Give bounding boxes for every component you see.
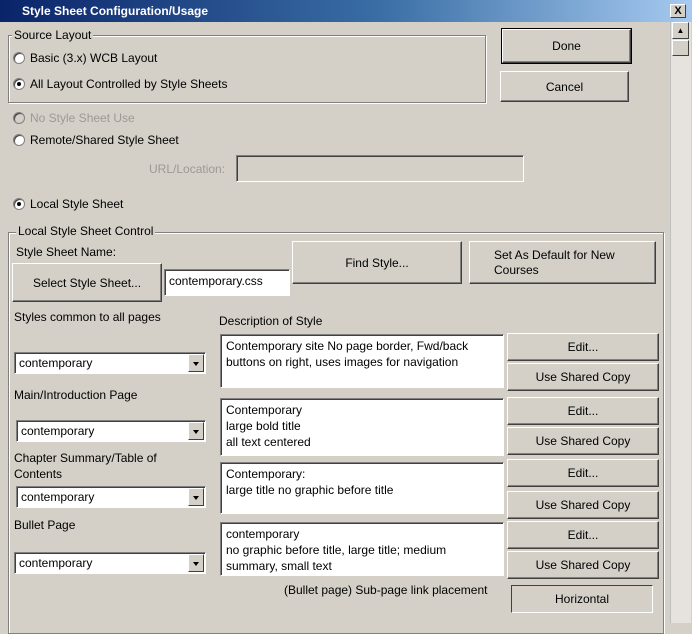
radio-remote-shared[interactable]	[13, 134, 25, 146]
styles-common-edit-button[interactable]: Edit...	[507, 333, 659, 361]
radio-no-style-sheet-label[interactable]: No Style Sheet Use	[30, 111, 135, 125]
bullet-page-description: contemporary no graphic before title, la…	[220, 522, 504, 576]
styles-common-select[interactable]: contemporary	[14, 352, 206, 374]
main-intro-label: Main/Introduction Page	[14, 388, 138, 402]
close-icon[interactable]: X	[670, 4, 686, 18]
chapter-summary-label: Chapter Summary/Table of Contents	[14, 451, 157, 481]
bullet-page-value: contemporary	[19, 556, 93, 570]
bullet-page-select[interactable]: contemporary	[14, 552, 206, 574]
description-of-style-header: Description of Style	[219, 314, 323, 328]
style-sheet-filename[interactable]: contemporary.css	[164, 269, 290, 296]
main-intro-edit-button[interactable]: Edit...	[507, 397, 659, 425]
chevron-down-icon[interactable]	[188, 554, 204, 572]
chevron-down-icon[interactable]	[188, 422, 204, 440]
radio-basic-layout[interactable]	[13, 52, 25, 64]
chapter-summary-select[interactable]: contemporary	[16, 486, 206, 508]
main-intro-value: contemporary	[21, 424, 95, 438]
chapter-summary-description: Contemporary: large title no graphic bef…	[220, 462, 504, 514]
url-location-label: URL/Location:	[149, 162, 226, 176]
local-control-legend: Local Style Sheet Control	[16, 224, 156, 238]
styles-common-description: Contemporary site No page border, Fwd/ba…	[220, 334, 504, 388]
bullet-page-label: Bullet Page	[14, 518, 76, 532]
subpage-link-placement-select[interactable]: Horizontal	[511, 585, 653, 613]
radio-remote-shared-label[interactable]: Remote/Shared Style Sheet	[30, 133, 179, 147]
styles-common-shared-button[interactable]: Use Shared Copy	[507, 363, 659, 391]
scroll-thumb[interactable]	[672, 40, 689, 56]
radio-local-style-sheet[interactable]	[13, 198, 25, 210]
chevron-down-icon[interactable]	[188, 488, 204, 506]
source-layout-group	[8, 35, 486, 103]
set-default-button[interactable]: Set As Default for New Courses	[469, 241, 656, 284]
main-intro-description: Contemporary large bold title all text c…	[220, 398, 504, 456]
chapter-summary-edit-button[interactable]: Edit...	[507, 459, 659, 487]
done-button[interactable]: Done	[501, 28, 632, 64]
select-style-sheet-button[interactable]: Select Style Sheet...	[12, 263, 162, 302]
radio-style-sheet-layout[interactable]	[13, 78, 25, 90]
bullet-page-shared-button[interactable]: Use Shared Copy	[507, 551, 659, 579]
styles-common-label: Styles common to all pages	[14, 310, 161, 324]
chevron-down-icon[interactable]	[188, 354, 204, 372]
source-layout-legend: Source Layout	[12, 28, 94, 42]
chapter-summary-value: contemporary	[21, 490, 95, 504]
radio-style-sheet-layout-label[interactable]: All Layout Controlled by Style Sheets	[30, 77, 227, 91]
cancel-button[interactable]: Cancel	[500, 71, 629, 102]
style-sheet-name-label: Style Sheet Name:	[16, 245, 117, 259]
chapter-summary-shared-button[interactable]: Use Shared Copy	[507, 491, 659, 519]
find-style-button[interactable]: Find Style...	[292, 241, 462, 284]
radio-local-style-sheet-label[interactable]: Local Style Sheet	[30, 197, 123, 211]
bullet-page-edit-button[interactable]: Edit...	[507, 521, 659, 549]
main-intro-shared-button[interactable]: Use Shared Copy	[507, 427, 659, 455]
scroll-up-icon[interactable]: ▲	[672, 22, 689, 39]
main-intro-select[interactable]: contemporary	[16, 420, 206, 442]
url-location-input[interactable]	[236, 155, 524, 182]
styles-common-value: contemporary	[19, 356, 93, 370]
subpage-link-placement-label: (Bullet page) Sub-page link placement	[284, 583, 488, 597]
radio-no-style-sheet[interactable]	[13, 112, 25, 124]
radio-basic-layout-label[interactable]: Basic (3.x) WCB Layout	[30, 51, 157, 65]
window-title: Style Sheet Configuration/Usage	[22, 4, 209, 18]
vertical-scrollbar[interactable]: ▲	[670, 22, 691, 623]
